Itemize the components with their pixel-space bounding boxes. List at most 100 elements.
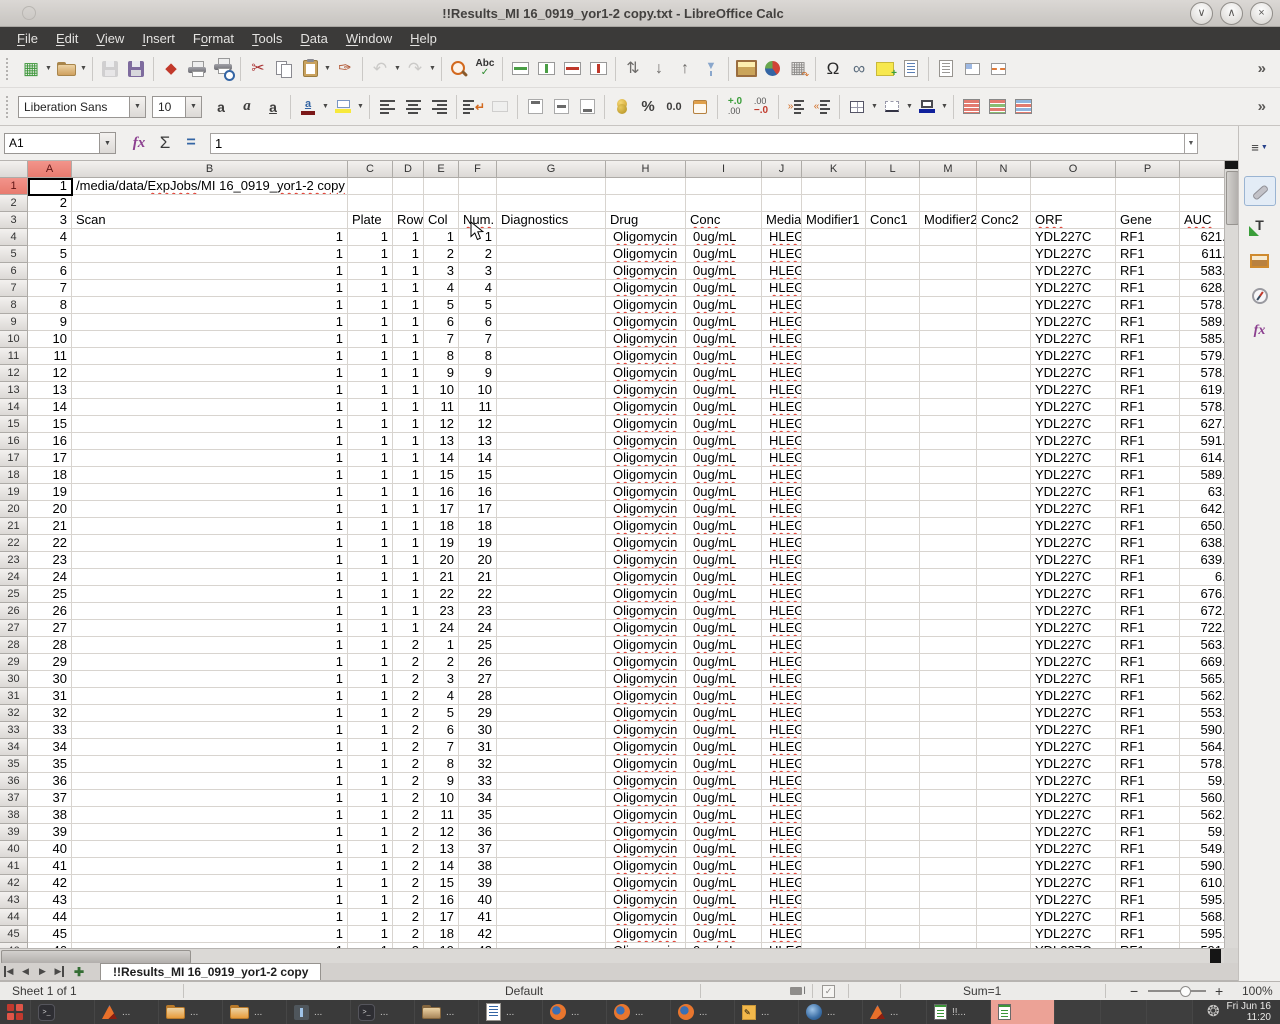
print-preview-icon[interactable] <box>210 56 236 82</box>
cell-A13[interactable]: 13 <box>28 382 72 399</box>
cell-D31[interactable]: 2 <box>393 688 424 705</box>
cell-O25[interactable]: YDL227C <box>1031 586 1116 603</box>
cell-O2[interactable] <box>1031 195 1116 212</box>
cell-J16[interactable]: HLEG <box>762 433 802 450</box>
row-header-30[interactable]: 30 <box>0 671 28 688</box>
cell-H39[interactable]: Oligomycin <box>606 824 686 841</box>
cell-Q9[interactable]: 589.9 <box>1180 314 1225 331</box>
cell-G27[interactable] <box>497 620 606 637</box>
cell-Q11[interactable]: 579.9 <box>1180 348 1225 365</box>
cell-C37[interactable]: 1 <box>348 790 393 807</box>
cell-M35[interactable] <box>920 756 977 773</box>
cell-D20[interactable]: 1 <box>393 501 424 518</box>
cell-P25[interactable]: RF1 <box>1116 586 1180 603</box>
cell-J23[interactable]: HLEG <box>762 552 802 569</box>
cell-G2[interactable] <box>497 195 606 212</box>
cell-C43[interactable]: 1 <box>348 892 393 909</box>
cell-F34[interactable]: 31 <box>459 739 497 756</box>
cell-M9[interactable] <box>920 314 977 331</box>
cell-C7[interactable]: 1 <box>348 280 393 297</box>
cell-K41[interactable] <box>802 858 866 875</box>
cell-A7[interactable]: 7 <box>28 280 72 297</box>
cell-I36[interactable]: 0ug/mL <box>686 773 762 790</box>
cell-N4[interactable] <box>977 229 1031 246</box>
row-header-17[interactable]: 17 <box>0 450 28 467</box>
cell-L21[interactable] <box>866 518 920 535</box>
menu-edit[interactable]: Edit <box>47 29 87 48</box>
row-header-8[interactable]: 8 <box>0 297 28 314</box>
cell-B22[interactable]: 1 <box>72 535 348 552</box>
cell-K36[interactable] <box>802 773 866 790</box>
cell-O35[interactable]: YDL227C <box>1031 756 1116 773</box>
cell-G19[interactable] <box>497 484 606 501</box>
cell-K29[interactable] <box>802 654 866 671</box>
cell-H7[interactable]: Oligomycin <box>606 280 686 297</box>
cell-N17[interactable] <box>977 450 1031 467</box>
cell-H42[interactable]: Oligomycin <box>606 875 686 892</box>
cell-A5[interactable]: 5 <box>28 246 72 263</box>
menu-window[interactable]: Window <box>337 29 401 48</box>
cell-N11[interactable] <box>977 348 1031 365</box>
cell-K12[interactable] <box>802 365 866 382</box>
cell-H21[interactable]: Oligomycin <box>606 518 686 535</box>
cell-G18[interactable] <box>497 467 606 484</box>
cell-I23[interactable]: 0ug/mL <box>686 552 762 569</box>
format-as-percent-icon[interactable]: % <box>635 94 661 120</box>
row-header-27[interactable]: 27 <box>0 620 28 637</box>
selection-mode-icon[interactable]: ✓ <box>822 982 835 1000</box>
cell-D37[interactable]: 2 <box>393 790 424 807</box>
cell-C17[interactable]: 1 <box>348 450 393 467</box>
cell-B1[interactable]: /media/data/ExpJobs/MI 16_0919_yor1-2 co… <box>72 178 348 195</box>
conditional-color-scale-icon[interactable] <box>958 94 984 120</box>
cell-G16[interactable] <box>497 433 606 450</box>
cell-P30[interactable]: RF1 <box>1116 671 1180 688</box>
cell-N34[interactable] <box>977 739 1031 756</box>
cell-E5[interactable]: 2 <box>424 246 459 263</box>
cell-P32[interactable]: RF1 <box>1116 705 1180 722</box>
cell-D22[interactable]: 1 <box>393 535 424 552</box>
cell-D25[interactable]: 1 <box>393 586 424 603</box>
cell-O12[interactable]: YDL227C <box>1031 365 1116 382</box>
cell-B44[interactable]: 1 <box>72 909 348 926</box>
cell-N18[interactable] <box>977 467 1031 484</box>
cell-E19[interactable]: 16 <box>424 484 459 501</box>
cell-H23[interactable]: Oligomycin <box>606 552 686 569</box>
cell-Q23[interactable]: 639.9 <box>1180 552 1225 569</box>
borders-icon[interactable] <box>844 94 870 120</box>
cell-K32[interactable] <box>802 705 866 722</box>
cell-C32[interactable]: 1 <box>348 705 393 722</box>
cell-K28[interactable] <box>802 637 866 654</box>
cell-P4[interactable]: RF1 <box>1116 229 1180 246</box>
cell-P23[interactable]: RF1 <box>1116 552 1180 569</box>
conditional-data-bars-icon[interactable] <box>984 94 1010 120</box>
cell-I45[interactable]: 0ug/mL <box>686 926 762 943</box>
cell-M18[interactable] <box>920 467 977 484</box>
cell-P40[interactable]: RF1 <box>1116 841 1180 858</box>
cell-B24[interactable]: 1 <box>72 569 348 586</box>
row-header-4[interactable]: 4 <box>0 229 28 246</box>
cell-H36[interactable]: Oligomycin <box>606 773 686 790</box>
cell-J29[interactable]: HLEG <box>762 654 802 671</box>
cell-A29[interactable]: 29 <box>28 654 72 671</box>
cell-H25[interactable]: Oligomycin <box>606 586 686 603</box>
cell-K33[interactable] <box>802 722 866 739</box>
cell-F9[interactable]: 6 <box>459 314 497 331</box>
cell-M41[interactable] <box>920 858 977 875</box>
cell-J33[interactable]: HLEG <box>762 722 802 739</box>
cell-N25[interactable] <box>977 586 1031 603</box>
column-header-J[interactable]: J <box>762 161 802 178</box>
cell-B3[interactable]: Scan <box>72 212 348 229</box>
cell-E23[interactable]: 20 <box>424 552 459 569</box>
cell-D29[interactable]: 2 <box>393 654 424 671</box>
cell-L14[interactable] <box>866 399 920 416</box>
cell-P5[interactable]: RF1 <box>1116 246 1180 263</box>
cell-F11[interactable]: 8 <box>459 348 497 365</box>
cell-L6[interactable] <box>866 263 920 280</box>
pivot-table-icon[interactable]: ▦↷ <box>785 56 811 82</box>
cell-B2[interactable] <box>72 195 348 212</box>
cell-E42[interactable]: 15 <box>424 875 459 892</box>
cell-D30[interactable]: 2 <box>393 671 424 688</box>
cell-F2[interactable] <box>459 195 497 212</box>
cell-L41[interactable] <box>866 858 920 875</box>
cell-K10[interactable] <box>802 331 866 348</box>
